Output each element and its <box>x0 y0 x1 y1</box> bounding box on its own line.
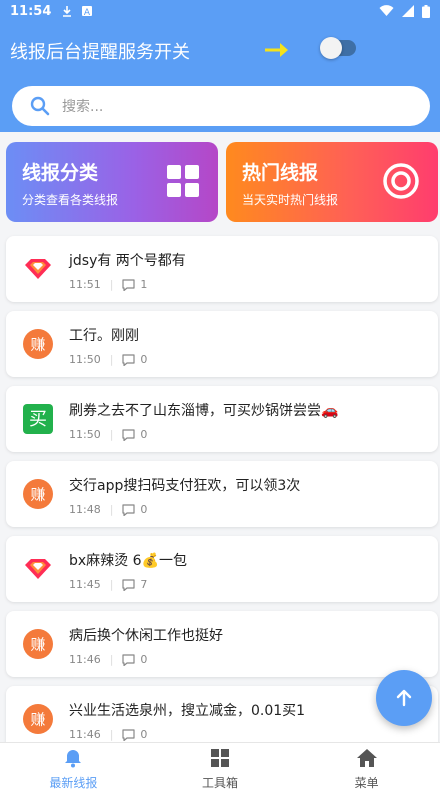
item-comment-count: 1 <box>140 278 148 291</box>
comment-icon <box>122 728 136 741</box>
toggle-knob <box>320 37 342 59</box>
list-item[interactable]: bx麻辣烫 6💰一包 11:45 | 7 <box>6 536 438 602</box>
battery-icon <box>422 4 430 18</box>
nav-item-toolbox[interactable]: 工具箱 <box>147 743 294 796</box>
reminder-toggle[interactable] <box>320 37 356 59</box>
bell-icon <box>65 750 82 768</box>
meta-divider: | <box>109 428 114 441</box>
diamond-icon <box>25 559 51 579</box>
list-item[interactable]: 赚 病后换个休闲工作也挺好 11:46 | 0 <box>6 611 438 677</box>
item-meta: 11:48 | 0 <box>69 503 147 516</box>
item-meta: 11:51 | 1 <box>69 278 147 291</box>
item-comment-count: 0 <box>140 503 148 516</box>
item-comment-count: 0 <box>140 353 148 366</box>
nav-label: 菜单 <box>354 776 379 790</box>
search-icon <box>30 96 50 116</box>
item-text: 刷券之去不了山东淄博，可买炒锅饼尝尝🚗 <box>69 403 339 419</box>
item-meta: 11:45 | 7 <box>69 578 147 591</box>
status-time: 11:54 <box>10 3 52 19</box>
comment-icon <box>122 353 136 366</box>
item-meta: 11:46 | 0 <box>69 728 147 741</box>
category-card-hot[interactable]: 热门线报 当天实时热门线报 <box>226 142 438 222</box>
grid-icon <box>211 749 229 767</box>
category-card-classify[interactable]: 线报分类 分类查看各类线报 <box>6 142 218 222</box>
item-text: 病后换个休闲工作也挺好 <box>69 628 223 644</box>
item-comment-count: 0 <box>140 653 148 666</box>
comment-icon <box>122 503 136 516</box>
target-icon <box>383 163 419 199</box>
list-item[interactable]: 赚 工行。刚刚 11:50 | 0 <box>6 311 438 377</box>
wifi-icon <box>379 5 394 16</box>
item-meta: 11:50 | 0 <box>69 353 147 366</box>
nav-item-latest[interactable]: 最新线报 <box>0 743 147 796</box>
nav-item-menu[interactable]: 菜单 <box>293 743 440 796</box>
arrow-right-icon <box>265 43 288 57</box>
item-time: 11:45 <box>69 578 101 591</box>
meta-divider: | <box>109 353 114 366</box>
item-time: 11:51 <box>69 278 101 291</box>
arrow-up-icon <box>396 689 412 707</box>
comment-icon <box>122 653 136 666</box>
meta-divider: | <box>109 728 114 741</box>
comment-icon <box>122 278 136 291</box>
svg-text:赚: 赚 <box>30 711 45 729</box>
page-title: 线报后台提醒服务开关 <box>10 42 190 63</box>
meta-divider: | <box>109 578 114 591</box>
earn-icon: 赚 <box>23 629 53 659</box>
item-text: 兴业生活选泉州，搜立减金，0.01买1 <box>69 703 306 719</box>
diamond-icon <box>25 259 51 279</box>
svg-text:A: A <box>84 8 91 17</box>
item-text: jdsy有 两个号都有 <box>69 253 186 269</box>
item-time: 11:50 <box>69 353 101 366</box>
item-comment-count: 0 <box>140 428 148 441</box>
home-icon <box>356 749 377 767</box>
meta-divider: | <box>109 503 114 516</box>
bottom-nav: 最新线报 工具箱 菜单 <box>0 742 440 796</box>
list-item[interactable]: 赚 交行app搜扫码支付狂欢，可以领3次 11:48 | 0 <box>6 461 438 527</box>
item-comment-count: 7 <box>140 578 148 591</box>
item-comment-count: 0 <box>140 728 148 741</box>
item-text: 工行。刚刚 <box>69 328 139 344</box>
download-icon <box>63 6 72 17</box>
a-icon: A <box>82 6 93 17</box>
earn-icon: 赚 <box>23 329 53 359</box>
item-meta: 11:50 | 0 <box>69 428 147 441</box>
item-time: 11:48 <box>69 503 101 516</box>
comment-icon <box>122 578 136 591</box>
nav-label: 最新线报 <box>49 776 98 790</box>
item-time: 11:46 <box>69 728 101 741</box>
list-item[interactable]: 买 刷券之去不了山东淄博，可买炒锅饼尝尝🚗 11:50 | 0 <box>6 386 438 452</box>
meta-divider: | <box>109 653 114 666</box>
svg-text:赚: 赚 <box>30 486 45 504</box>
svg-text:买: 买 <box>29 409 47 430</box>
scroll-top-button[interactable] <box>376 670 432 726</box>
status-bar: 11:54 A <box>0 0 440 22</box>
list-item[interactable]: jdsy有 两个号都有 11:51 | 1 <box>6 236 438 302</box>
earn-icon: 赚 <box>23 704 53 734</box>
item-time: 11:50 <box>69 428 101 441</box>
svg-text:赚: 赚 <box>30 336 45 354</box>
search-bar[interactable]: 搜索... <box>12 86 430 126</box>
buy-icon: 买 <box>23 404 53 434</box>
signal-icon <box>402 5 414 17</box>
item-time: 11:46 <box>69 653 101 666</box>
search-input[interactable]: 搜索... <box>62 96 103 116</box>
item-text: bx麻辣烫 6💰一包 <box>69 553 187 569</box>
grid-icon <box>167 165 199 197</box>
earn-icon: 赚 <box>23 479 53 509</box>
nav-label: 工具箱 <box>202 776 239 790</box>
meta-divider: | <box>109 278 114 291</box>
item-meta: 11:46 | 0 <box>69 653 147 666</box>
item-text: 交行app搜扫码支付狂欢，可以领3次 <box>69 478 301 494</box>
svg-text:赚: 赚 <box>30 636 45 654</box>
header: 线报后台提醒服务开关 搜索... <box>0 22 440 132</box>
comment-icon <box>122 428 136 441</box>
